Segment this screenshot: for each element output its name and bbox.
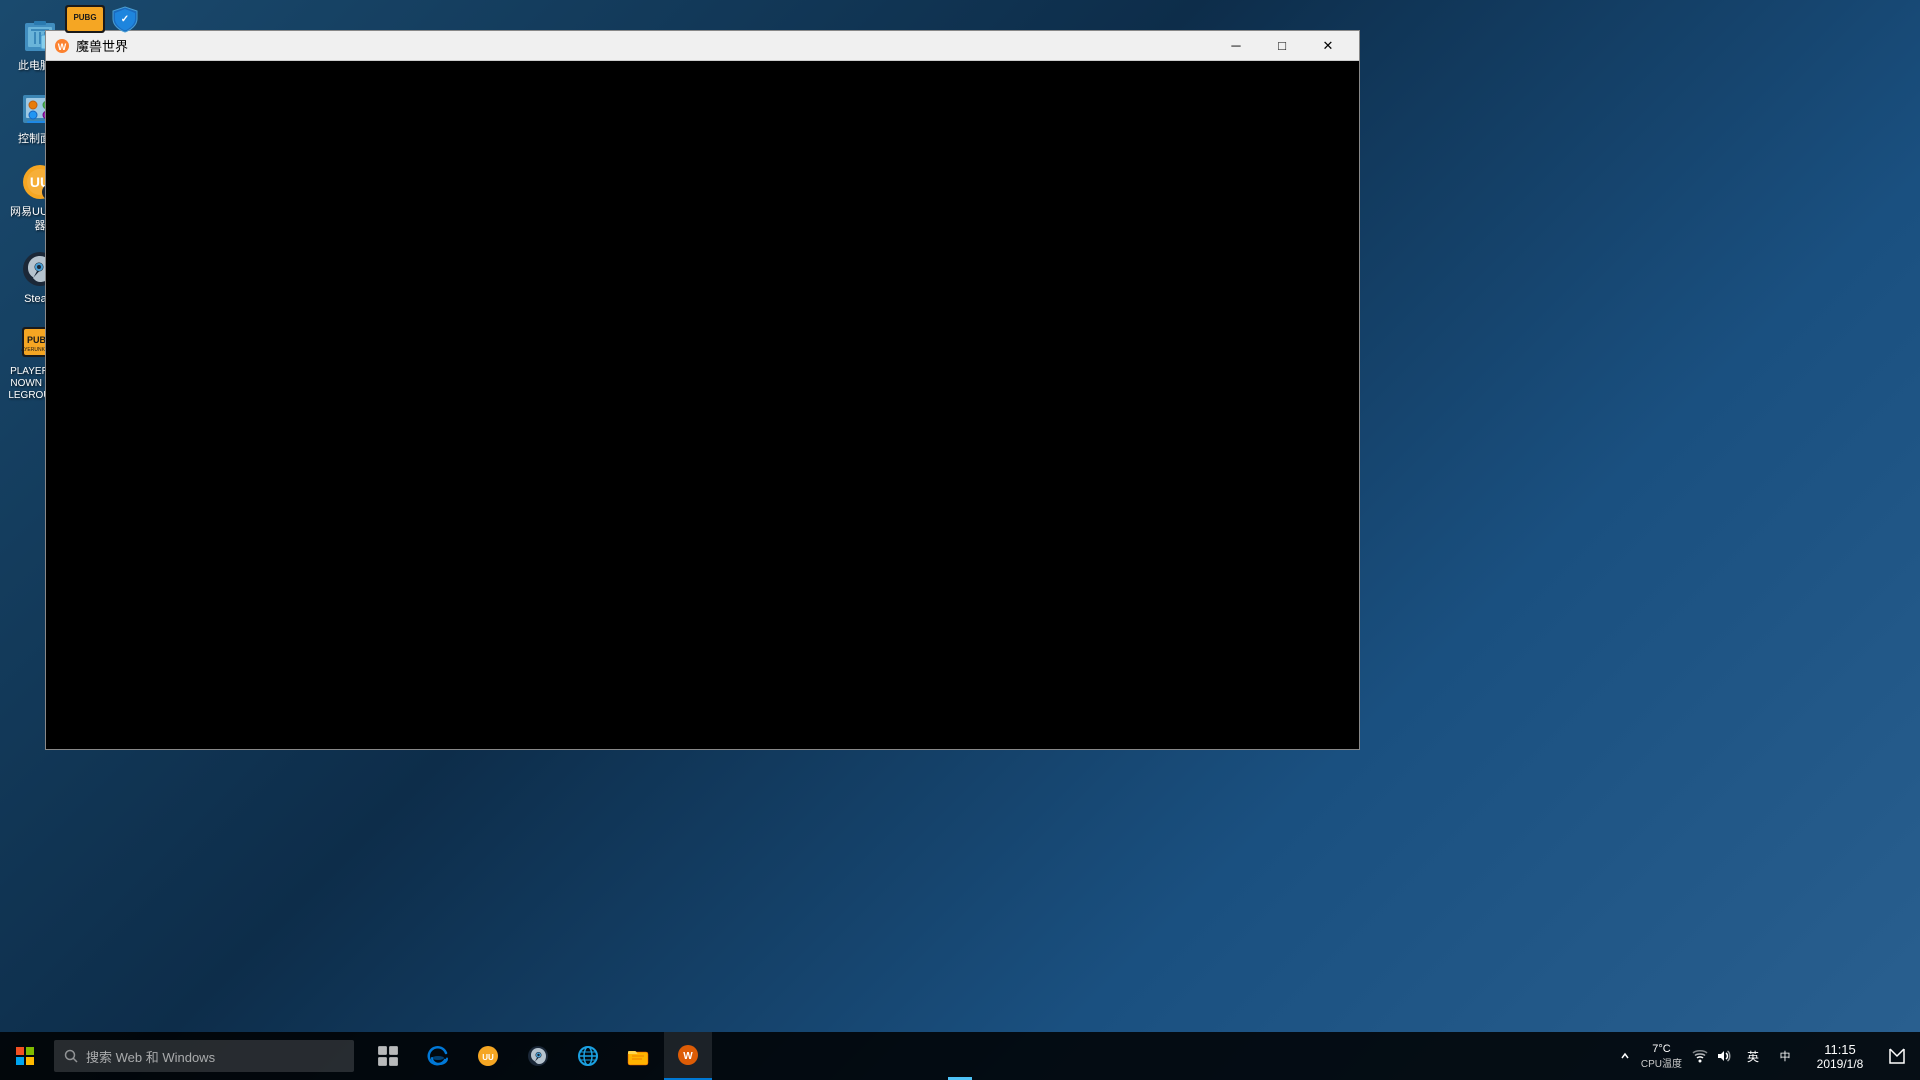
window-title: 魔兽世界 bbox=[76, 36, 1213, 55]
file-explorer-button[interactable] bbox=[614, 1032, 662, 1080]
ie-taskbar-button[interactable] bbox=[564, 1032, 612, 1080]
language-icon[interactable]: 中 bbox=[1770, 1032, 1800, 1080]
language-label: 中 bbox=[1780, 1048, 1791, 1064]
wow-window: W 魔兽世界 ─ □ ✕ bbox=[45, 30, 1360, 750]
taskview-button[interactable] bbox=[364, 1032, 412, 1080]
window-icon: W bbox=[54, 38, 70, 54]
taskbar-app-icons: UU bbox=[364, 1032, 712, 1080]
close-button[interactable]: ✕ bbox=[1305, 31, 1351, 61]
clock-date: 2019/1/8 bbox=[1817, 1057, 1864, 1071]
desktop: 此电脑站 控制面板 bbox=[0, 0, 1920, 1080]
pubg-top-icon[interactable]: PUBG bbox=[65, 5, 105, 38]
temp-sublabel: CPU温度 bbox=[1641, 1055, 1682, 1070]
clock[interactable]: 11:15 2019/1/8 bbox=[1800, 1032, 1880, 1080]
window-titlebar: W 魔兽世界 ─ □ ✕ bbox=[46, 31, 1359, 61]
notification-button[interactable] bbox=[1880, 1032, 1914, 1080]
taskbar: 搜索 Web 和 Windows bbox=[0, 1032, 1920, 1080]
minimize-button[interactable]: ─ bbox=[1213, 31, 1259, 61]
tray-chevron[interactable] bbox=[1615, 1032, 1635, 1080]
uu-taskbar-button[interactable]: UU bbox=[464, 1032, 512, 1080]
window-content bbox=[46, 61, 1359, 749]
top-taskbar-icons: PUBG ✓ bbox=[65, 5, 141, 38]
input-method-label: 英 bbox=[1747, 1048, 1759, 1065]
svg-text:✓: ✓ bbox=[121, 14, 129, 25]
network-tray-icon[interactable] bbox=[1688, 1032, 1712, 1080]
steam-taskbar-button[interactable] bbox=[514, 1032, 562, 1080]
taskbar-right: 7°C CPU温度 bbox=[1615, 1032, 1920, 1080]
svg-text:UU: UU bbox=[482, 1053, 494, 1062]
clock-time: 11:15 bbox=[1824, 1042, 1856, 1057]
search-placeholder: 搜索 Web 和 Windows bbox=[86, 1047, 215, 1066]
volume-tray-icon[interactable] bbox=[1712, 1032, 1736, 1080]
maximize-button[interactable]: □ bbox=[1259, 31, 1305, 61]
input-method-icon[interactable]: 英 bbox=[1736, 1032, 1770, 1080]
edge-button[interactable] bbox=[414, 1032, 462, 1080]
taskbar-search[interactable]: 搜索 Web 和 Windows bbox=[54, 1040, 354, 1072]
temp-label: 7°C bbox=[1652, 1043, 1670, 1055]
shield-top-icon[interactable]: ✓ bbox=[109, 5, 141, 38]
window-controls: ─ □ ✕ bbox=[1213, 31, 1351, 61]
wow-taskbar-button[interactable]: W bbox=[664, 1032, 712, 1080]
svg-text:W: W bbox=[683, 1051, 693, 1062]
svg-text:PUBG: PUBG bbox=[73, 13, 96, 22]
cpu-temp: 7°C CPU温度 bbox=[1635, 1032, 1688, 1080]
start-button[interactable] bbox=[0, 1032, 50, 1080]
svg-text:W: W bbox=[58, 42, 67, 52]
